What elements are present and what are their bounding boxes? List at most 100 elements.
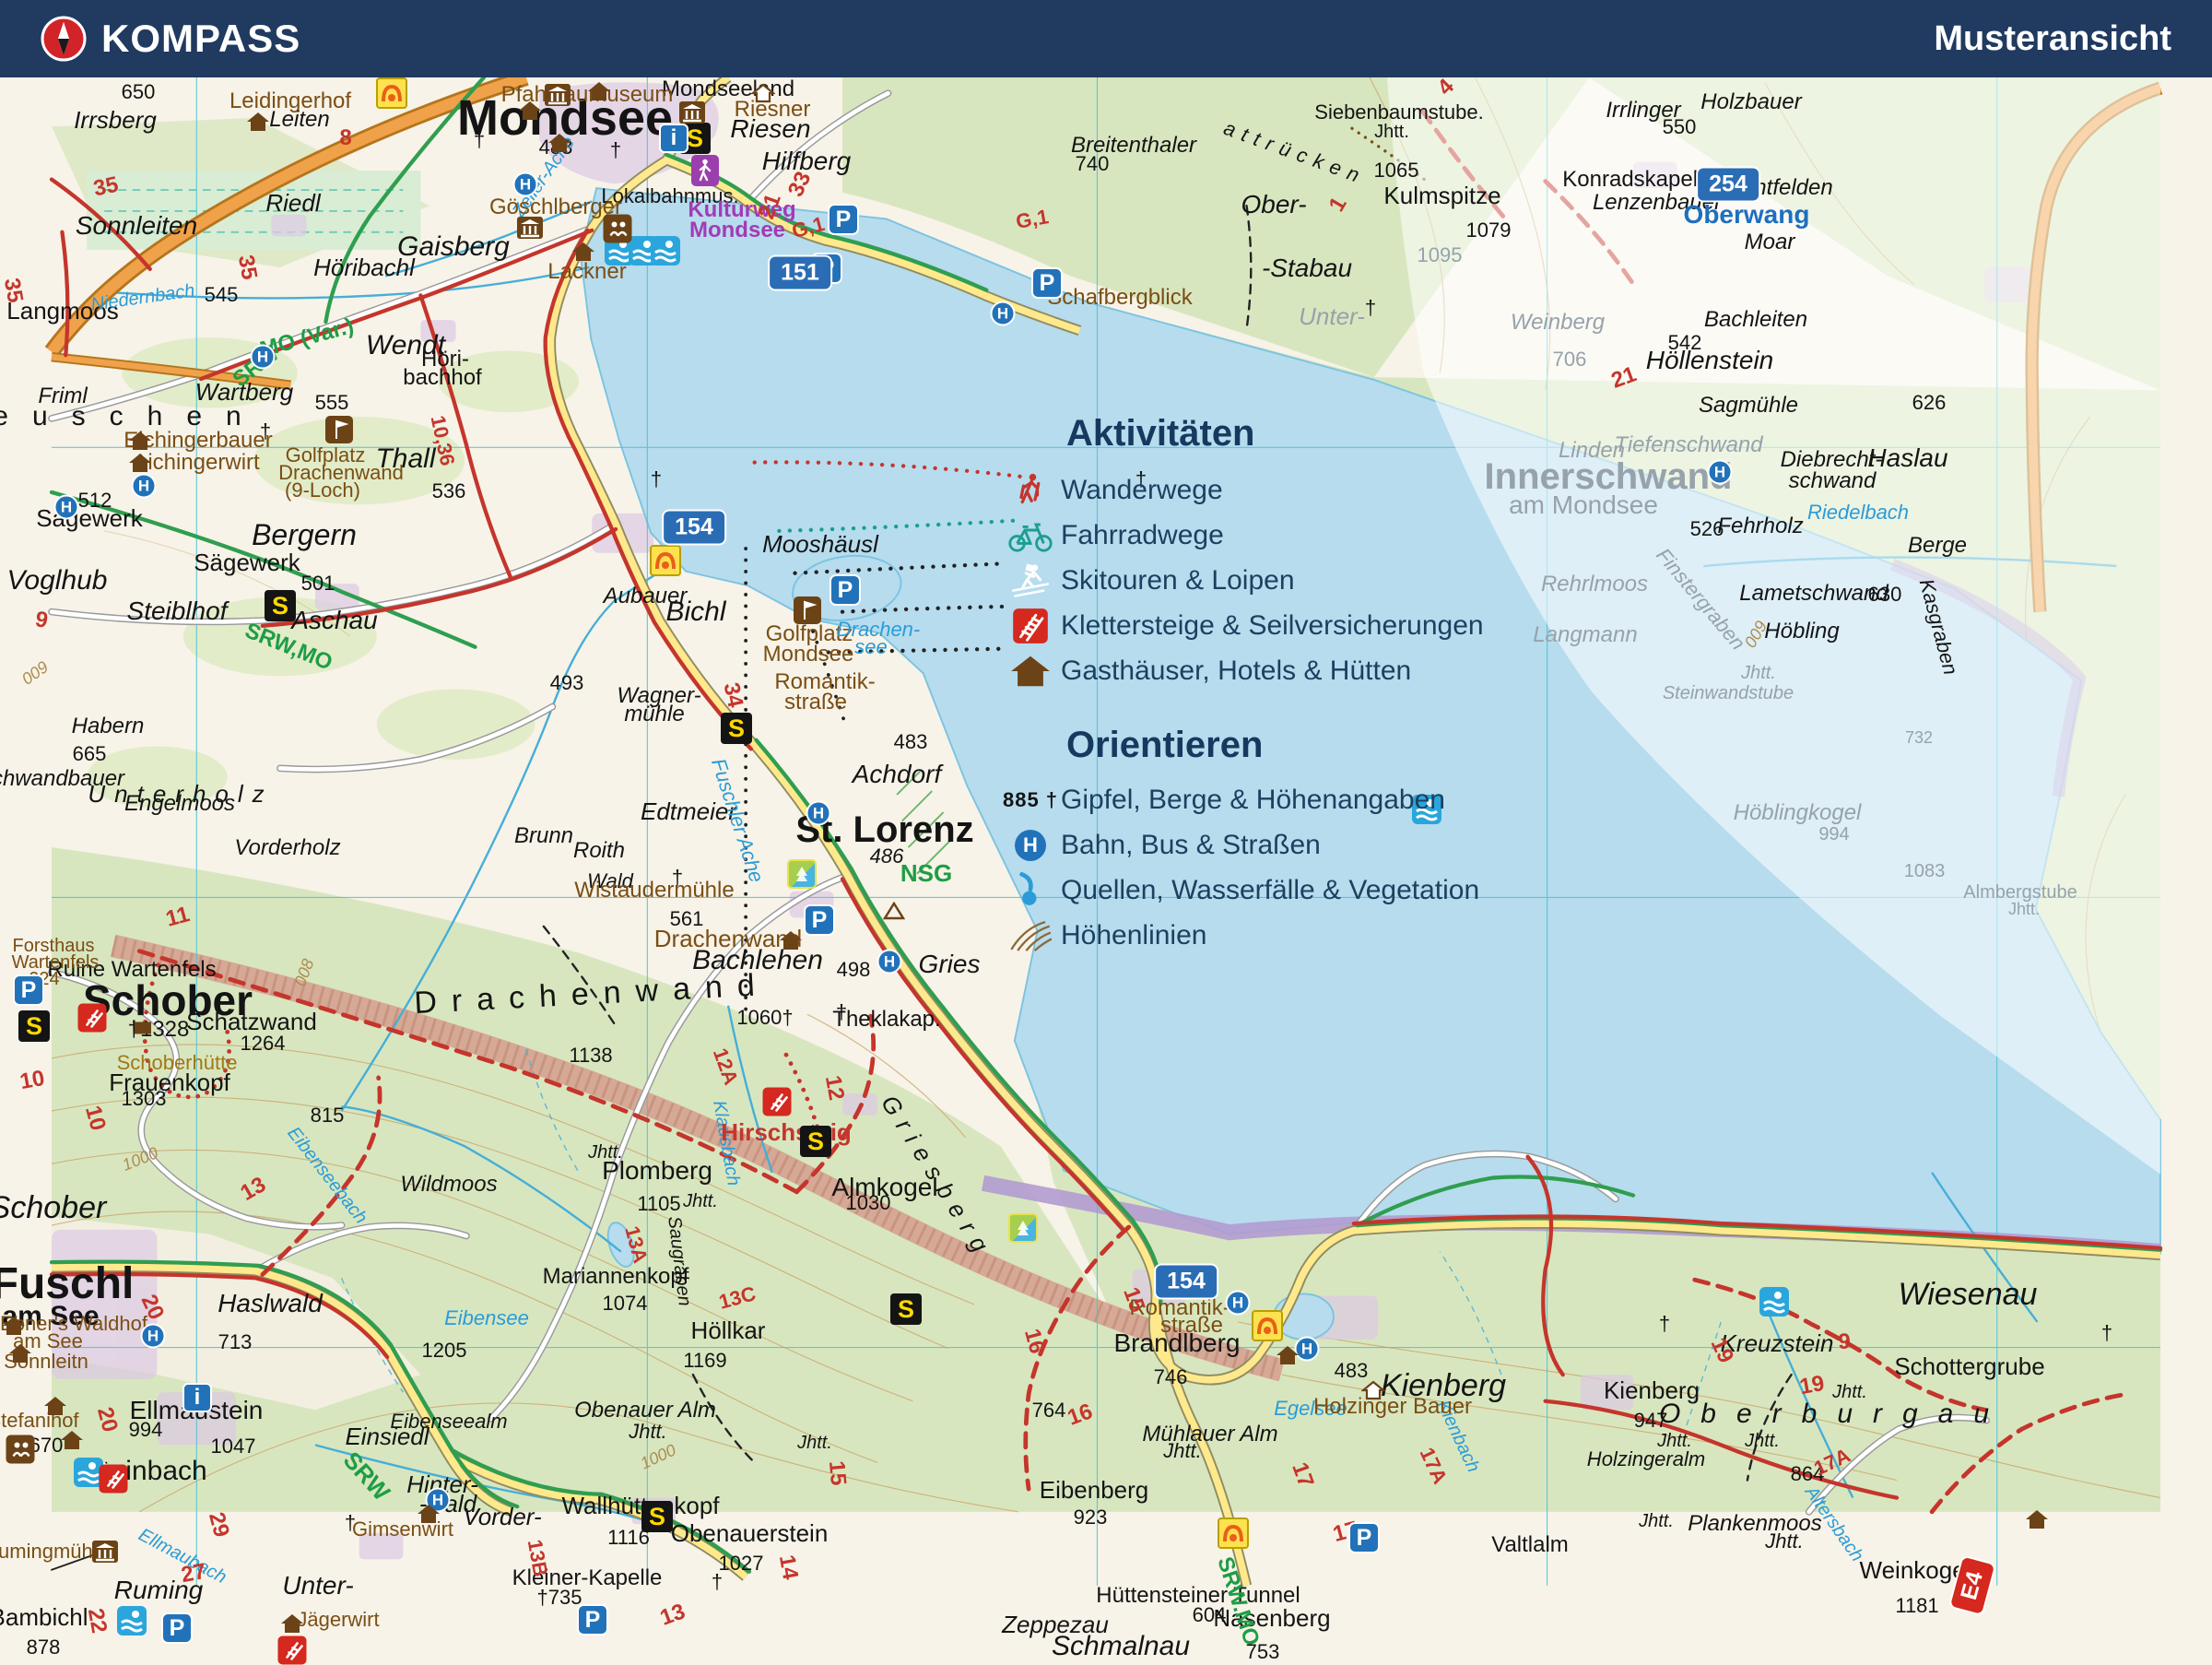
legend-item-label: Gipfel, Berge & Höhenangaben [1061, 784, 1445, 815]
map-label: 35 [232, 253, 263, 282]
bus-icon: H [877, 949, 902, 974]
map-label: Kreuzstein [1720, 1329, 1834, 1357]
map-label: Eibenseealm [390, 1410, 508, 1433]
map-label: Aubauer [603, 584, 688, 608]
waterbox-icon [1759, 1287, 1789, 1317]
map-label: Oberwang [1683, 200, 1810, 229]
house-icon [128, 453, 152, 473]
map-label: Schafbergblick [1047, 285, 1193, 310]
map-label: Holzbauer [1700, 89, 1802, 114]
house-icon [571, 242, 595, 262]
legend-item-label: Skitouren & Loipen [1061, 564, 1295, 596]
poi-red-icon [762, 1087, 792, 1116]
legend-item-fahrradwege: Fahrradwege [1000, 513, 1484, 558]
house-icon [1276, 1345, 1300, 1365]
parking-icon: P [804, 904, 835, 936]
poi-brown-icon [603, 214, 632, 243]
poi-red-icon [277, 1635, 307, 1665]
sbahn-icon: S [641, 1501, 673, 1532]
map-label: 1030 [845, 1191, 891, 1214]
map-label: G,1 [1014, 205, 1051, 233]
map-label: 15 [823, 1459, 852, 1487]
map-label: 545 [204, 283, 239, 306]
bus-icon: H [140, 1323, 166, 1349]
map-label: 1264 [240, 1032, 286, 1055]
peak-icon: 885 † [1002, 787, 1059, 811]
map-label: Schmalnau [1051, 1631, 1191, 1661]
map-label: 35 [0, 276, 29, 305]
map-label: Sagmühle [1698, 393, 1799, 418]
map-label: Höblingkogel [1733, 800, 1862, 825]
legend-item-gipfel-berge-höhenangaben: 885 † Gipfel, Berge & Höhenangaben [1000, 777, 1479, 822]
legend-item-quellen-wasserfälle-vegetation: Quellen, Wasserfälle & Vegetation [1000, 868, 1479, 913]
legend-item-label: Wanderwege [1061, 474, 1223, 505]
map-label: 732 [1904, 728, 1934, 747]
map-label: Rehrlmoos [1540, 572, 1649, 596]
house-icon [280, 1613, 304, 1634]
map-label: †735 [536, 1586, 582, 1609]
map-label: 713 [218, 1330, 253, 1353]
brand: KOMPASS [41, 16, 300, 62]
map-label: Steinwandstube [1662, 683, 1794, 703]
sbahn-icon: S [721, 713, 752, 744]
poi-yellow-icon [650, 545, 681, 576]
hiker-icon [1000, 472, 1061, 509]
map-label: Sonnleiten [75, 211, 198, 240]
sbahn-icon: S [18, 1010, 50, 1042]
bus-icon: H [990, 301, 1016, 326]
map-label: 1138 [569, 1044, 613, 1067]
legend-item-skitouren-loipen: Skitouren & Loipen [1000, 558, 1484, 603]
poi-yellow-icon [1218, 1517, 1249, 1549]
legend-item-label: Quellen, Wasserfälle & Vegetation [1061, 874, 1480, 905]
bus-icon: H [806, 800, 831, 826]
legend-item-klettersteige-seilversicherungen: Klettersteige & Seilversicherungen [1000, 603, 1484, 648]
map-label: see [854, 635, 888, 658]
map-label: straße [1159, 1313, 1224, 1338]
map-label: mühle [624, 702, 685, 726]
map-label: (9-Loch) [285, 478, 360, 502]
map-label: Wallhüttenkopf [561, 1492, 720, 1519]
legend-orientation-title: Orientieren [1066, 725, 1264, 765]
map-label: 19 [1797, 1370, 1827, 1400]
map-label: Gries [918, 950, 981, 978]
map-label: 486 [869, 844, 904, 868]
map-label: Jhtt. [1374, 122, 1409, 142]
map-label: Riedl [265, 189, 321, 217]
map-label: Obenauerstein [670, 1519, 829, 1547]
bus-icon: H [1000, 829, 1061, 861]
view-mode-label: Musteransicht [1934, 18, 2171, 58]
map-label: 483 [1334, 1359, 1369, 1382]
map-label: † [1364, 296, 1377, 319]
map-label: Fuschl [0, 1259, 135, 1308]
contour-icon [1000, 919, 1061, 952]
house-icon [2, 1316, 26, 1336]
map-label: Bachleiten [1703, 307, 1808, 332]
map-label: Voglhub [6, 565, 108, 596]
map-label: 740 [1075, 152, 1110, 175]
map-label: 923 [1073, 1506, 1108, 1529]
house-icon [43, 1396, 67, 1416]
map-label: Wistaudermühle [574, 878, 735, 903]
greenbox-icon [787, 859, 817, 889]
map-label: Konradskapelle [1562, 167, 1715, 192]
info-icon: i [182, 1383, 212, 1412]
legend-item-höhenlinien: Höhenlinien [1000, 913, 1479, 958]
legend-item-wanderwege: Wanderwege [1000, 467, 1484, 513]
map-label: 1079 [1465, 218, 1512, 242]
map-label: Langmann [1533, 622, 1638, 647]
legend-item-label: Klettersteige & Seilversicherungen [1061, 609, 1484, 641]
map-label: 498 [836, 958, 871, 981]
map-label: Jhtt. [588, 1142, 623, 1163]
ski-icon [1000, 562, 1061, 599]
legend-item-label: Fahrradwege [1061, 519, 1224, 550]
map-label: schwand [1788, 468, 1877, 493]
map-label: Oberburgau [1658, 1399, 2010, 1429]
map-label: 8 [339, 125, 352, 150]
house-outline-icon [1361, 1380, 1385, 1400]
house-icon [779, 930, 803, 951]
kompass-logo-icon [41, 16, 87, 62]
map-label: Aschau [291, 606, 378, 634]
map-label: am Mondsee [1509, 490, 1658, 519]
map-label: Siebenbaumstube. [1314, 100, 1484, 124]
purple-walk-icon [691, 155, 719, 186]
